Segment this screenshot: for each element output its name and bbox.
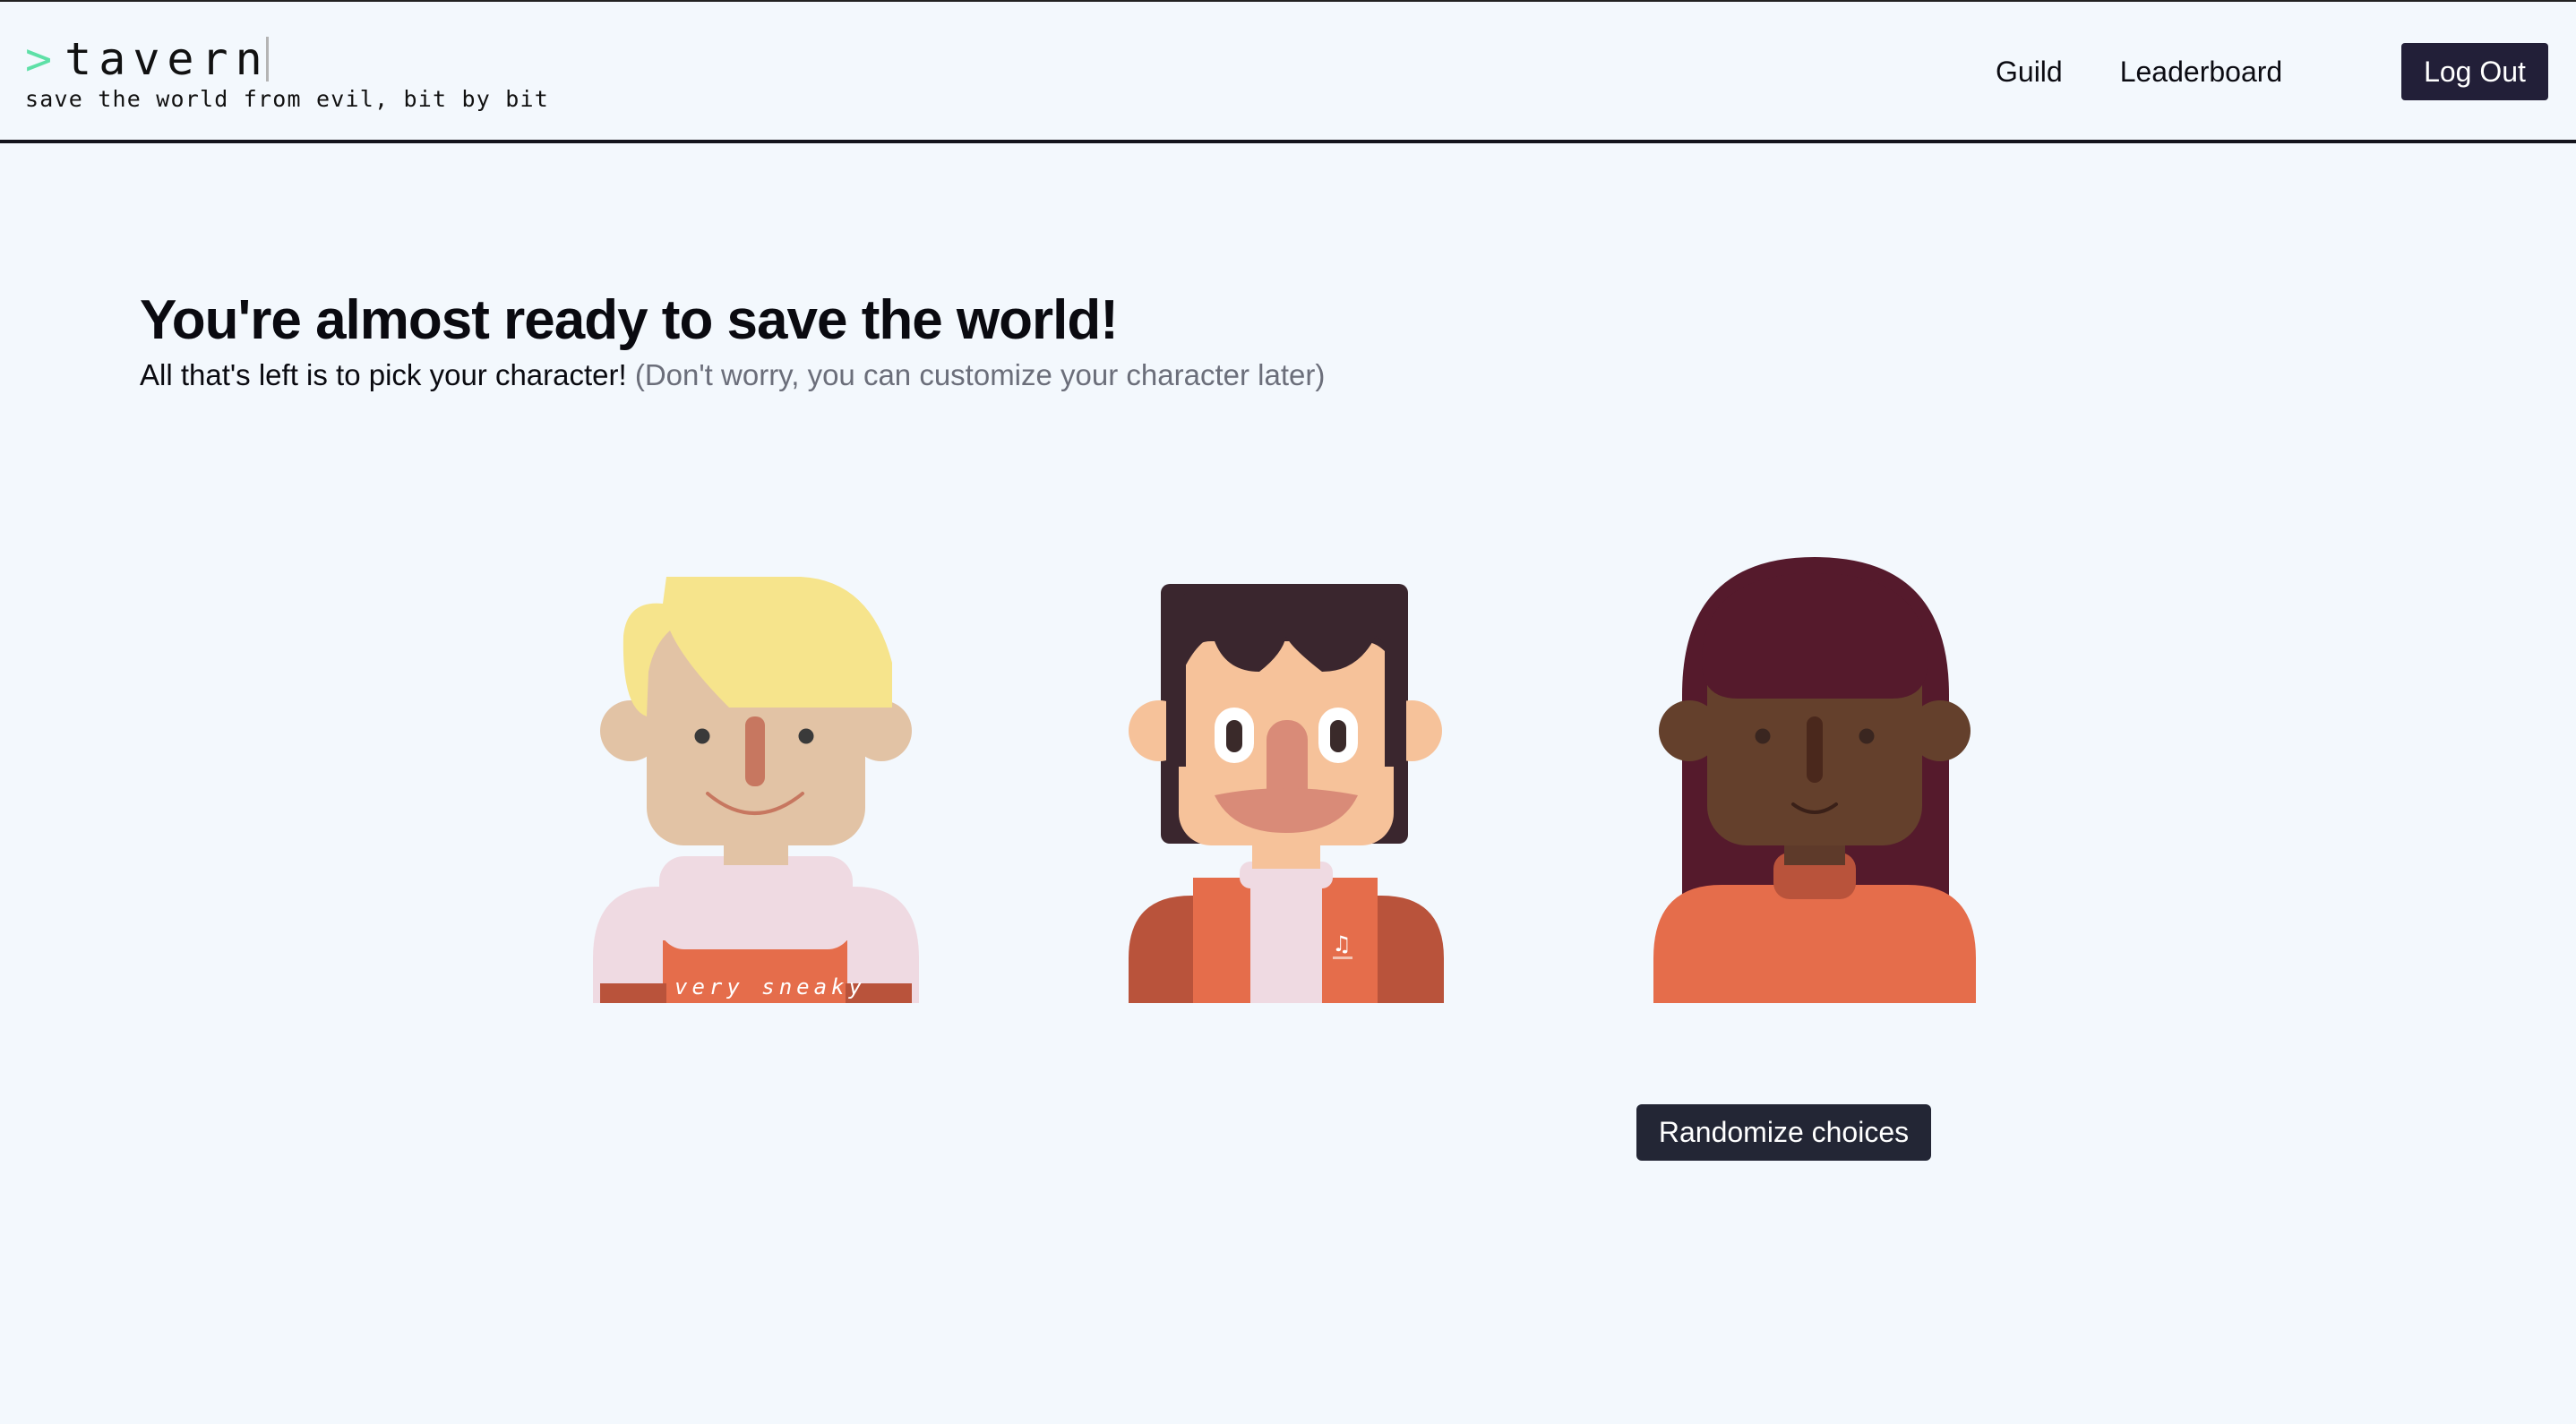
character-option-2[interactable]: ♫ — [1107, 537, 1465, 1003]
randomize-choices-button[interactable]: Randomize choices — [1636, 1104, 1931, 1161]
logout-button[interactable]: Log Out — [2401, 43, 2548, 100]
logo-prompt: > — [25, 33, 60, 85]
main-nav: Guild Leaderboard — [1996, 45, 2282, 99]
subtitle-note: (Don't worry, you can customize your cha… — [634, 358, 1326, 391]
character-1-shirt-text: very sneaky — [674, 974, 866, 999]
page-subtitle: All that's left is to pick your characte… — [140, 358, 1325, 392]
nav-link-guild[interactable]: Guild — [1996, 45, 2063, 99]
text-cursor-icon — [265, 37, 269, 81]
subtitle-text: All that's left is to pick your characte… — [140, 358, 627, 391]
logo-text: tavern — [64, 33, 270, 85]
page-title: You're almost ready to save the world! — [140, 289, 1119, 351]
tagline: save the world from evil, bit by bit — [25, 86, 550, 112]
character-3-avatar-icon — [1653, 557, 1976, 1003]
character-option-3[interactable] — [1636, 537, 1994, 1003]
character-1-avatar-icon: very sneaky — [593, 577, 919, 1003]
nav-link-leaderboard[interactable]: Leaderboard — [2120, 45, 2282, 99]
logo[interactable]: > tavern — [25, 34, 270, 84]
character-2-avatar-icon: ♫ — [1129, 584, 1444, 1003]
top-header: > tavern save the world from evil, bit by… — [0, 0, 2576, 143]
character-option-1[interactable]: very sneaky — [577, 537, 935, 1003]
character-2-shirt-text: ♫ — [1332, 931, 1352, 956]
